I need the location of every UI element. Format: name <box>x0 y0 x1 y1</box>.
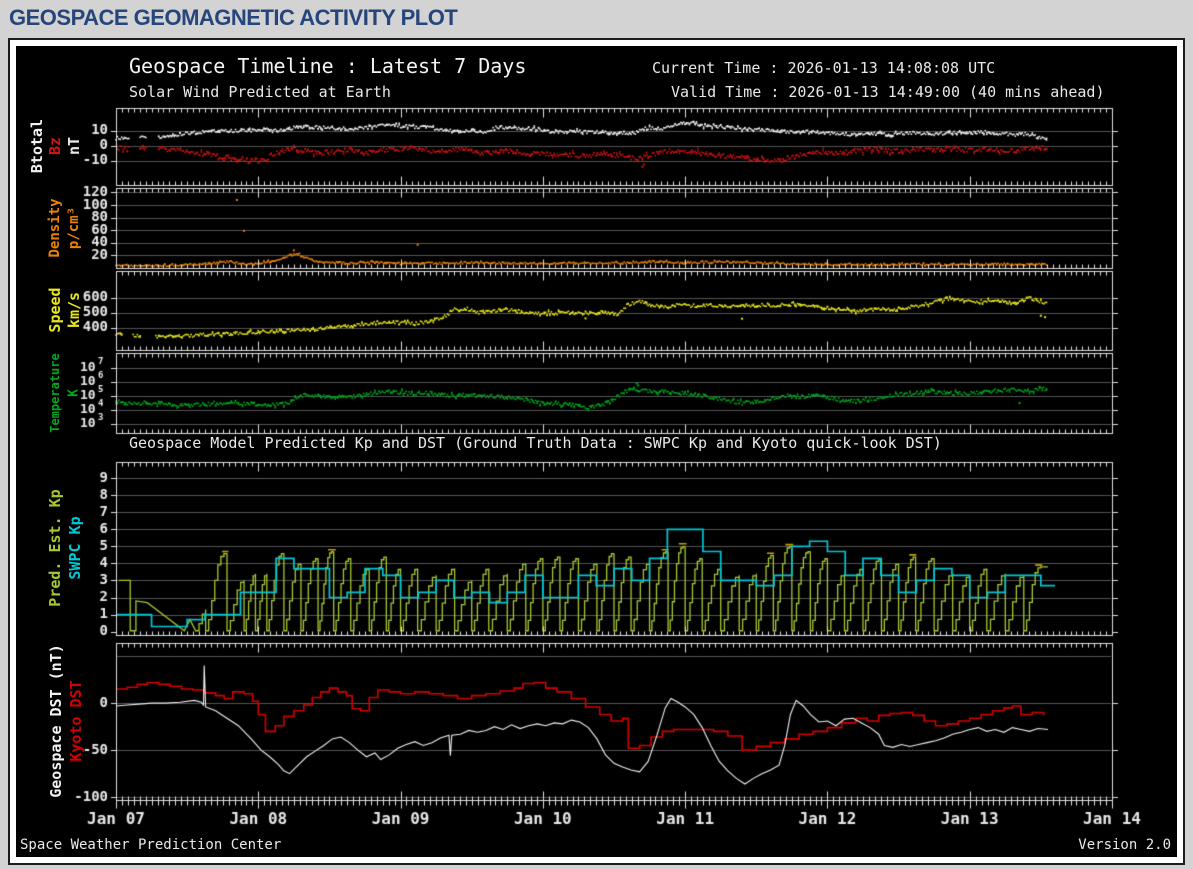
geospace-timeline-plot: Geospace Timeline : Latest 7 Days Curren… <box>16 46 1177 857</box>
density-unit-label: p/cm³ <box>66 206 82 250</box>
bz-axis-label: Bz <box>46 136 64 156</box>
geospace-dst-axis-label: Geospace DST (nT) <box>47 644 65 798</box>
density-axis-label: Density <box>47 198 63 258</box>
pred-kp-axis-label: Pred. Est. Kp <box>46 489 64 607</box>
footer-version: Version 2.0 <box>1078 837 1171 853</box>
footer-credit: Space Weather Prediction Center <box>20 837 282 853</box>
valid-time-label: Valid Time : 2026-01-13 14:49:00 (40 min… <box>671 83 1105 101</box>
swpc-kp-axis-label: SWPC Kp <box>66 516 84 580</box>
temperature-unit-label: K <box>66 389 82 397</box>
chart-title: Geospace Timeline : Latest 7 Days <box>129 54 527 78</box>
solar-wind-subtitle: Solar Wind Predicted at Earth <box>129 83 391 101</box>
kp-section-title: Geospace Model Predicted Kp and DST (Gro… <box>129 434 942 452</box>
speed-unit-label: km/s <box>65 291 83 329</box>
page-title: GEOSPACE GEOMAGNETIC ACTIVITY PLOT <box>9 5 458 30</box>
kyoto-dst-axis-label: Kyoto DST <box>67 680 85 762</box>
plot-frame: Geospace Timeline : Latest 7 Days Curren… <box>8 38 1185 865</box>
nt-unit-label: nT <box>65 136 83 156</box>
temperature-axis-label: Temperature <box>48 353 62 433</box>
current-time-label: Current Time : 2026-01-13 14:08:08 UTC <box>652 59 996 77</box>
btotal-axis-label: Btotal <box>28 118 46 174</box>
speed-axis-label: Speed <box>46 287 64 333</box>
